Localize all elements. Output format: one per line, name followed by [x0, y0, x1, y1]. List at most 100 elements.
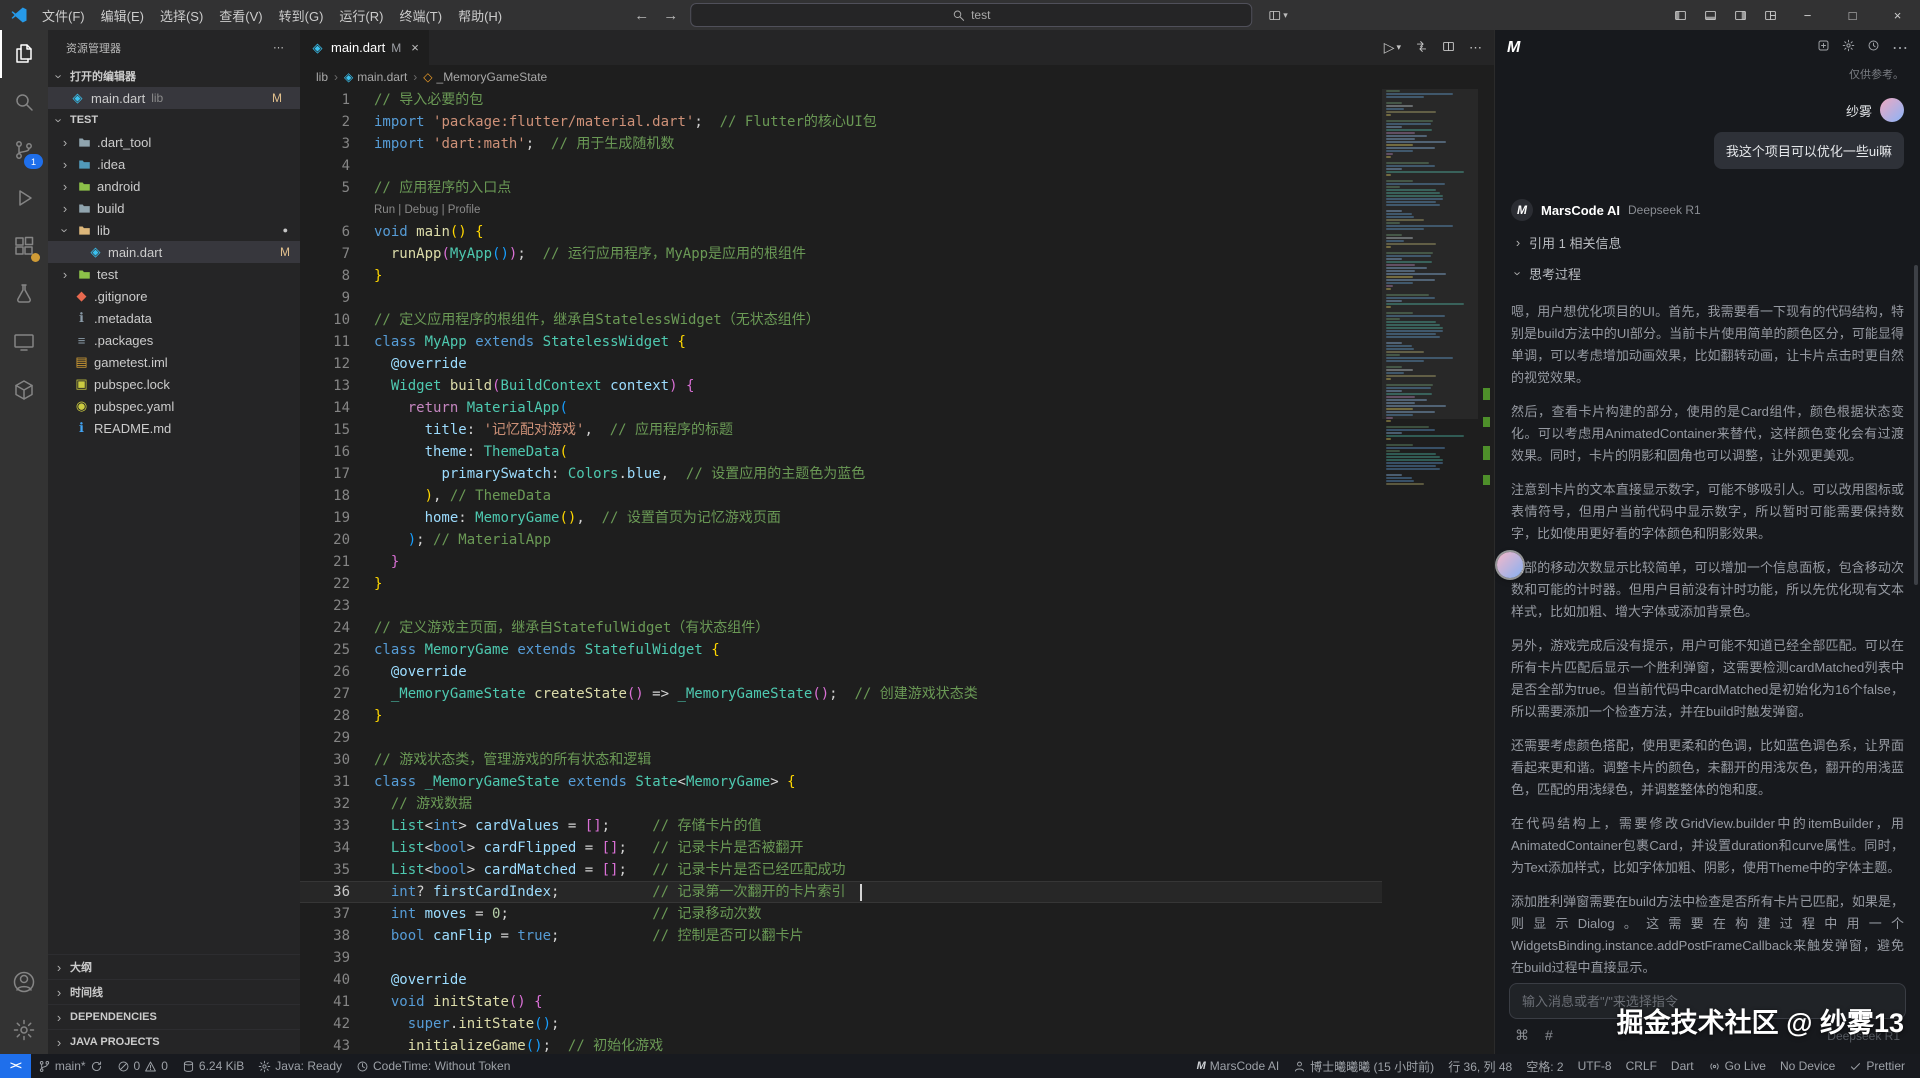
- codelens-debug[interactable]: Debug: [405, 204, 439, 216]
- statusbar-java-status[interactable]: Java: Ready: [251, 1054, 349, 1078]
- more-icon[interactable]: ⋯: [1892, 38, 1908, 58]
- activitybar-search[interactable]: [0, 78, 48, 126]
- open-editor-item[interactable]: ◈ main.dart lib M: [48, 87, 300, 109]
- tree-item-main.dart[interactable]: ◈main.dartM: [48, 241, 300, 263]
- forward-arrow-icon[interactable]: →: [661, 7, 680, 24]
- overview-ruler[interactable]: [1478, 89, 1494, 1054]
- tab-modified-badge: M: [391, 41, 401, 55]
- toggle-secondary-sidebar-icon[interactable]: [1725, 0, 1755, 30]
- menu-e[interactable]: 编辑(E): [93, 0, 152, 30]
- back-arrow-icon[interactable]: ←: [632, 7, 651, 24]
- statusbar-language-mode[interactable]: Dart: [1664, 1054, 1701, 1078]
- floating-avatar[interactable]: [1497, 552, 1523, 578]
- chevron-icon: ›: [58, 267, 72, 282]
- activitybar-testing[interactable]: [0, 270, 48, 318]
- tree-item-.dart_tool[interactable]: ›.dart_tool: [48, 131, 300, 153]
- statusbar-marscode[interactable]: MMarsCode AI: [1190, 1054, 1287, 1078]
- tree-item-README.md[interactable]: ℹREADME.md: [48, 417, 300, 439]
- activitybar-source-control[interactable]: 1: [0, 126, 48, 174]
- thinking-toggle[interactable]: › 思考过程: [1511, 264, 1904, 283]
- breadcrumb-item[interactable]: ◈main.dart: [344, 70, 407, 84]
- activitybar-explorer[interactable]: [0, 30, 48, 78]
- activitybar-settings[interactable]: [0, 1006, 48, 1054]
- code-editor[interactable]: 1// 导入必要的包2import 'package:flutter/mater…: [300, 89, 1494, 1054]
- layout-dropdown-icon[interactable]: ▾: [1268, 9, 1288, 22]
- remote-indicator[interactable]: ><: [0, 1054, 31, 1078]
- minimap-slider[interactable]: [1382, 89, 1478, 419]
- statusbar-go-live[interactable]: Go Live: [1701, 1054, 1773, 1078]
- statusbar-cursor-position[interactable]: 行 36, 列 48: [1441, 1054, 1519, 1078]
- split-editor-icon[interactable]: [1442, 40, 1455, 56]
- statusbar-file-size[interactable]: 6.24 KiB: [175, 1054, 251, 1078]
- breadcrumb-item[interactable]: lib: [316, 70, 328, 84]
- statusbar-device[interactable]: No Device: [1773, 1054, 1842, 1078]
- section-dependencies[interactable]: ›DEPENDENCIES: [48, 1004, 300, 1029]
- tree-item-android[interactable]: ›android: [48, 175, 300, 197]
- menu-g[interactable]: 转到(G): [271, 0, 332, 30]
- tree-item-gametest.iml[interactable]: ▤gametest.iml: [48, 351, 300, 373]
- statusbar-indentation[interactable]: 空格: 2: [1519, 1054, 1570, 1078]
- ban-icon: [117, 1060, 130, 1073]
- toggle-panel-icon[interactable]: [1695, 0, 1725, 30]
- tab-close-icon[interactable]: ×: [411, 40, 419, 55]
- open-changes-icon[interactable]: [1415, 40, 1428, 56]
- codelens-profile[interactable]: Profile: [448, 204, 481, 216]
- toggle-sidebar-icon[interactable]: [1665, 0, 1695, 30]
- menu-r[interactable]: 运行(R): [331, 0, 391, 30]
- menu-s[interactable]: 选择(S): [152, 0, 211, 30]
- section-javaprojects[interactable]: ›JAVA PROJECTS: [48, 1029, 300, 1054]
- views-more-icon[interactable]: ⋯: [273, 41, 284, 54]
- open-editors-section[interactable]: › 打开的编辑器: [48, 65, 300, 87]
- history-icon[interactable]: [1867, 39, 1880, 57]
- menu-v[interactable]: 查看(V): [211, 0, 270, 30]
- maximize-button[interactable]: □: [1830, 0, 1875, 30]
- activitybar-extensions[interactable]: [0, 222, 48, 270]
- chat-input[interactable]: [1509, 983, 1906, 1019]
- close-button[interactable]: ×: [1875, 0, 1920, 30]
- new-chat-icon[interactable]: [1817, 39, 1830, 57]
- statusbar-problems[interactable]: 00: [110, 1054, 175, 1078]
- tree-item-test[interactable]: ›test: [48, 263, 300, 285]
- tree-item-.packages[interactable]: ≡.packages: [48, 329, 300, 351]
- person-icon: [1293, 1060, 1306, 1073]
- activitybar-account[interactable]: [0, 958, 48, 1006]
- tree-item-.metadata[interactable]: ℹ.metadata: [48, 307, 300, 329]
- menu-t[interactable]: 终端(T): [391, 0, 450, 30]
- section-[interactable]: ›时间线: [48, 979, 300, 1004]
- tree-item-.gitignore[interactable]: ◆.gitignore: [48, 285, 300, 307]
- menu-h[interactable]: 帮助(H): [450, 0, 510, 30]
- command-button[interactable]: ⌘: [1515, 1027, 1529, 1044]
- statusbar-git-branch[interactable]: main*: [31, 1054, 110, 1078]
- statusbar-eol[interactable]: CRLF: [1619, 1054, 1664, 1078]
- settings-gear-icon[interactable]: [1842, 39, 1855, 57]
- activitybar-run-debug[interactable]: [0, 174, 48, 222]
- statusbar-encoding[interactable]: UTF-8: [1571, 1054, 1619, 1078]
- editor-actions: ▷▾ ⋯: [1384, 30, 1494, 65]
- codelens-run[interactable]: Run: [374, 204, 395, 216]
- statusbar-prettier[interactable]: Prettier: [1842, 1054, 1912, 1078]
- tree-item-pubspec.yaml[interactable]: ◉pubspec.yaml: [48, 395, 300, 417]
- activitybar-remote-explorer[interactable]: [0, 318, 48, 366]
- section-[interactable]: ›大纲: [48, 954, 300, 979]
- statusbar-last-commit[interactable]: 博士曦曦曦 (15 小时前): [1286, 1054, 1441, 1078]
- command-center-search[interactable]: test: [690, 3, 1252, 27]
- breadcrumb-item[interactable]: ◇_MemoryGameState: [423, 70, 547, 84]
- tree-item-lib[interactable]: ›lib●: [48, 219, 300, 241]
- more-actions-icon[interactable]: ⋯: [1469, 40, 1482, 56]
- statusbar-codetime[interactable]: CodeTime: Without Token: [349, 1054, 517, 1078]
- hash-button[interactable]: #: [1545, 1027, 1553, 1044]
- chat-scrollbar[interactable]: [1914, 265, 1918, 585]
- minimize-button[interactable]: −: [1785, 0, 1830, 30]
- tab-main-dart[interactable]: ◈ main.dart M ×: [300, 30, 429, 65]
- statusbar-label: main*: [55, 1059, 86, 1073]
- reference-toggle[interactable]: › 引用 1 相关信息: [1511, 233, 1904, 252]
- menu-f[interactable]: 文件(F): [34, 0, 93, 30]
- run-file-button[interactable]: ▷▾: [1384, 39, 1401, 56]
- tree-item-pubspec.lock[interactable]: ▣pubspec.lock: [48, 373, 300, 395]
- tree-item-build[interactable]: ›build: [48, 197, 300, 219]
- minimap[interactable]: [1382, 89, 1478, 1054]
- customize-layout-icon[interactable]: [1755, 0, 1785, 30]
- tree-item-.idea[interactable]: ›.idea: [48, 153, 300, 175]
- workspace-section[interactable]: › TEST: [48, 109, 300, 131]
- activitybar-package-explorer[interactable]: [0, 366, 48, 414]
